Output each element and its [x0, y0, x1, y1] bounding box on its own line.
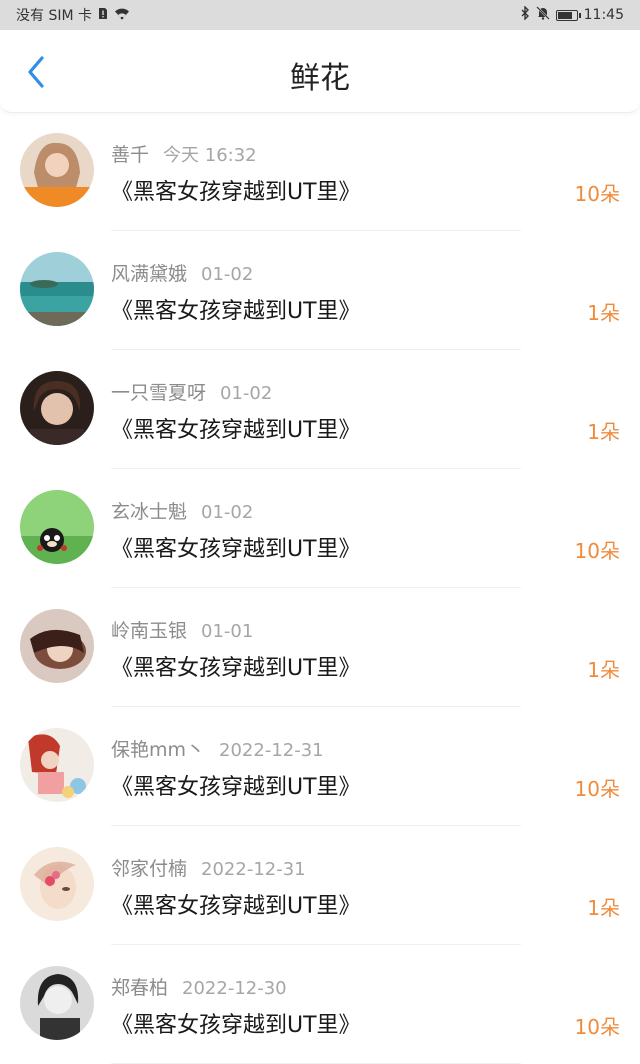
- avatar-image: [20, 252, 94, 326]
- list-item[interactable]: 郑春柏 2022-12-30 《黑客女孩穿越到UT里》 10朵: [0, 945, 640, 1064]
- gift-date: 2022-12-30: [182, 978, 287, 999]
- avatar-image: [20, 609, 94, 683]
- flower-count: 10朵: [574, 182, 620, 206]
- sim-alert-icon: [98, 7, 108, 24]
- list-item[interactable]: 保艳mm丶 2022-12-31 《黑客女孩穿越到UT里》 10朵: [0, 707, 640, 826]
- book-title[interactable]: 《黑客女孩穿越到UT里》: [111, 531, 361, 563]
- avatar[interactable]: [20, 252, 94, 326]
- flower-count: 1朵: [587, 420, 620, 444]
- gift-date: 2022-12-31: [219, 740, 324, 761]
- avatar[interactable]: [20, 966, 94, 1040]
- sender-line: 善千 今天 16:32: [111, 140, 257, 167]
- gift-date: 01-02: [201, 502, 254, 523]
- sender-line: 一只雪夏呀 01-02: [111, 378, 272, 405]
- avatar[interactable]: [20, 133, 94, 207]
- status-bar-right: 11:45: [521, 5, 624, 24]
- avatar[interactable]: [20, 728, 94, 802]
- flower-count: 10朵: [574, 1015, 620, 1039]
- sender-name[interactable]: 一只雪夏呀: [111, 382, 206, 404]
- sender-name[interactable]: 邻家付楠: [111, 858, 187, 880]
- avatar-image: [20, 847, 94, 921]
- sender-line: 风满黛娥 01-02: [111, 259, 253, 286]
- sender-name[interactable]: 风满黛娥: [111, 263, 187, 285]
- sender-line: 保艳mm丶 2022-12-31: [111, 735, 324, 762]
- book-title[interactable]: 《黑客女孩穿越到UT里》: [111, 769, 361, 801]
- list-item[interactable]: 邻家付楠 2022-12-31 《黑客女孩穿越到UT里》 1朵: [0, 826, 640, 945]
- gift-date: 01-01: [201, 621, 254, 642]
- sender-name[interactable]: 善千: [111, 144, 149, 166]
- avatar[interactable]: [20, 847, 94, 921]
- flower-gift-list: 善千 今天 16:32 《黑客女孩穿越到UT里》 10朵 风满黛娥 01-02 《黑…: [0, 112, 640, 1064]
- page-title: 鲜花: [290, 61, 350, 96]
- clock-text: 11:45: [583, 7, 624, 23]
- avatar-image: [20, 371, 94, 445]
- avatar[interactable]: [20, 371, 94, 445]
- avatar-image: [20, 728, 94, 802]
- gift-date: 01-02: [220, 383, 273, 404]
- book-title[interactable]: 《黑客女孩穿越到UT里》: [111, 888, 361, 920]
- book-title[interactable]: 《黑客女孩穿越到UT里》: [111, 650, 361, 682]
- book-title[interactable]: 《黑客女孩穿越到UT里》: [111, 174, 361, 206]
- list-item[interactable]: 风满黛娥 01-02 《黑客女孩穿越到UT里》 1朵: [0, 231, 640, 350]
- battery-fill: [557, 11, 572, 19]
- avatar-image: [20, 966, 94, 1040]
- list-item[interactable]: 玄冰士魁 01-02 《黑客女孩穿越到UT里》 10朵: [0, 469, 640, 588]
- avatar-image: [20, 490, 94, 564]
- gift-date: 01-02: [201, 264, 254, 285]
- book-title[interactable]: 《黑客女孩穿越到UT里》: [111, 412, 361, 444]
- status-bar-left: 没有 SIM 卡: [16, 5, 130, 25]
- list-item[interactable]: 一只雪夏呀 01-02 《黑客女孩穿越到UT里》 1朵: [0, 350, 640, 469]
- gift-date: 2022-12-31: [201, 859, 306, 880]
- list-item[interactable]: 善千 今天 16:32 《黑客女孩穿越到UT里》 10朵: [0, 112, 640, 231]
- sender-name[interactable]: 保艳mm丶: [111, 739, 205, 761]
- book-title[interactable]: 《黑客女孩穿越到UT里》: [111, 293, 361, 325]
- book-title[interactable]: 《黑客女孩穿越到UT里》: [111, 1007, 361, 1039]
- gift-date: 今天 16:32: [163, 145, 257, 166]
- sender-line: 玄冰士魁 01-02: [111, 497, 253, 524]
- carrier-text: 没有 SIM 卡: [16, 8, 92, 24]
- sender-line: 郑春柏 2022-12-30: [111, 973, 287, 1000]
- sender-name[interactable]: 郑春柏: [111, 977, 168, 999]
- battery-icon: [555, 9, 581, 21]
- bluetooth-icon: [521, 5, 530, 24]
- wifi-icon: [114, 7, 130, 24]
- nav-header: 鲜花: [0, 30, 640, 113]
- list-item[interactable]: 岭南玉银 01-01 《黑客女孩穿越到UT里》 1朵: [0, 588, 640, 707]
- sender-name[interactable]: 玄冰士魁: [111, 501, 187, 523]
- mute-bell-icon: [535, 6, 550, 24]
- flower-count: 10朵: [574, 539, 620, 563]
- flower-count: 1朵: [587, 658, 620, 682]
- sender-line: 岭南玉银 01-01: [111, 616, 253, 643]
- sender-line: 邻家付楠 2022-12-31: [111, 854, 306, 881]
- avatar-image: [20, 133, 94, 207]
- avatar[interactable]: [20, 609, 94, 683]
- avatar[interactable]: [20, 490, 94, 564]
- sender-name[interactable]: 岭南玉银: [111, 620, 187, 642]
- flower-count: 1朵: [587, 301, 620, 325]
- flower-count: 10朵: [574, 777, 620, 801]
- flower-count: 1朵: [587, 896, 620, 920]
- status-bar: 没有 SIM 卡 11:45: [0, 0, 640, 30]
